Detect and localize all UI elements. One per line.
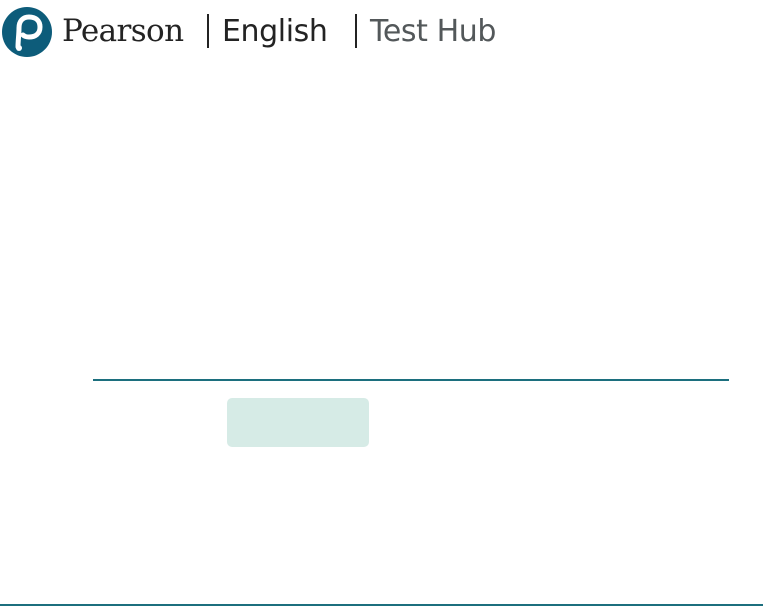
brand-name: Pearson	[62, 13, 184, 49]
brand-separator	[355, 14, 357, 48]
pearson-logo-icon[interactable]	[2, 7, 52, 57]
action-button[interactable]	[227, 398, 369, 447]
footer-divider	[0, 604, 763, 606]
product-name: English	[222, 14, 328, 49]
section-name: Test Hub	[370, 14, 497, 49]
page: Pearson English Test Hub	[0, 0, 763, 607]
content-divider	[93, 379, 729, 381]
brand-separator	[207, 14, 209, 48]
